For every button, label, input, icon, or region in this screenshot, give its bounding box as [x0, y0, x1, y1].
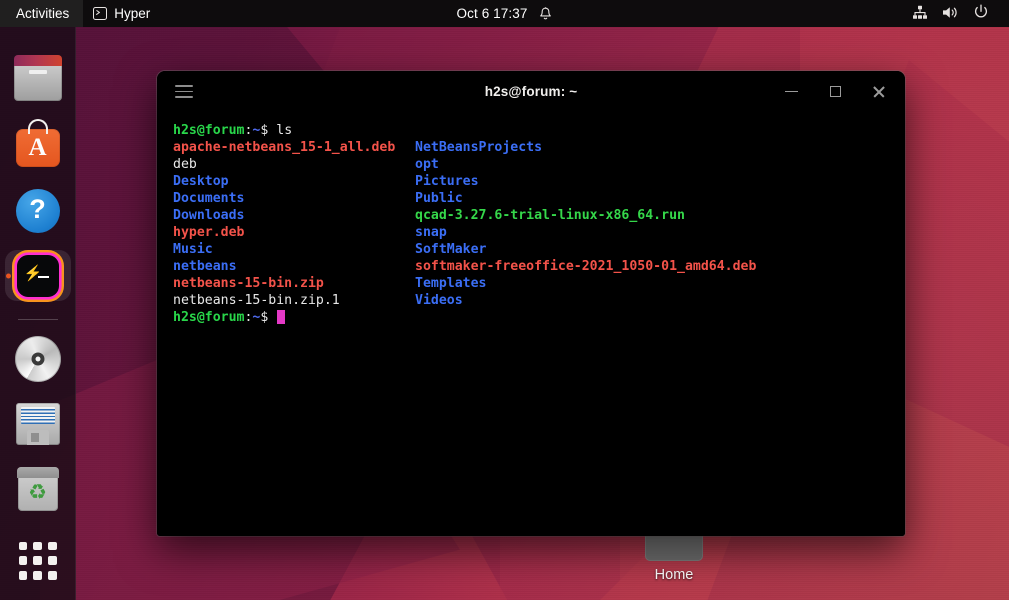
gnome-top-bar: Activities Hyper Oct 6 17:37 [0, 0, 1009, 27]
terminal-listing-row: netbeans-15-bin.zip Templates [173, 275, 905, 292]
terminal-listing-entry: deb [173, 156, 197, 173]
dock-item-trash[interactable]: ♻ [5, 464, 71, 515]
terminal-body[interactable]: h2s@forum:~$ lsapache-netbeans_15-1_all.… [157, 112, 905, 536]
terminal-listing-entry: netbeans-15-bin.zip [173, 275, 324, 292]
terminal-prompt-user-host: h2s@forum [173, 310, 244, 325]
terminal-listing-entry: SoftMaker [415, 241, 486, 258]
terminal-listing-entry: opt [415, 156, 439, 173]
terminal-listing-entry: Public [415, 190, 463, 207]
system-status-menu[interactable] [900, 0, 1001, 27]
floppy-disk-icon [14, 400, 62, 448]
terminal-listing-entry: softmaker-freeoffice-2021_1050-01_amd64.… [415, 258, 756, 275]
app-menu-hyper[interactable]: Hyper [83, 0, 160, 27]
terminal-cursor [277, 310, 285, 324]
terminal-listing-entry: netbeans-15-bin.zip.1 [173, 292, 340, 309]
terminal-listing-entry: apache-netbeans_15-1_all.deb [173, 139, 395, 156]
volume-speaker-icon [942, 5, 959, 23]
optical-disc-icon [14, 335, 62, 383]
apps-grid-icon [14, 537, 62, 585]
question-mark-icon: ? [14, 187, 62, 235]
bell-icon [539, 7, 552, 21]
terminal-active-prompt-line[interactable]: h2s@forum:~$ [173, 309, 905, 326]
show-applications-button[interactable] [5, 535, 71, 586]
dock-item-disc[interactable] [5, 334, 71, 385]
terminal-output: h2s@forum:~$ lsapache-netbeans_15-1_all.… [173, 122, 905, 326]
terminal-listing-entry: NetBeansProjects [415, 139, 542, 156]
top-bar-left-section: Activities Hyper [0, 0, 160, 27]
dock-item-floppy[interactable] [5, 399, 71, 450]
terminal-listing-row: netbeans-15-bin.zip.1 Videos [173, 292, 905, 309]
ubuntu-dock: A ? ⚡ [0, 27, 76, 600]
terminal-listing-entry: Music [173, 241, 213, 258]
terminal-listing-entry: Documents [173, 190, 244, 207]
wired-network-icon [912, 5, 928, 23]
dock-item-help[interactable]: ? [5, 185, 71, 236]
terminal-listing-row: Music SoftMaker [173, 241, 905, 258]
activities-label: Activities [16, 6, 69, 21]
terminal-prompt-user-host: h2s@forum [173, 123, 244, 138]
terminal-listing-entry: Templates [415, 275, 486, 292]
terminal-listing-row: apache-netbeans_15-1_all.deb NetBeansProj… [173, 139, 905, 156]
clock-label: Oct 6 17:37 [457, 6, 528, 21]
terminal-listing-entry: Desktop [173, 173, 229, 190]
dock-item-files[interactable] [5, 55, 71, 106]
desktop-icon-home-label: Home [630, 567, 718, 583]
dock-item-ubuntu-software[interactable]: A [5, 120, 71, 171]
window-controls [779, 71, 891, 112]
terminal-listing-row: Documents Public [173, 190, 905, 207]
terminal-listing-row: Desktop Pictures [173, 173, 905, 190]
terminal-listing-row: Downloads qcad-3.27.6-trial-linux-x86_64.… [173, 207, 905, 224]
power-icon [973, 4, 989, 23]
folder-icon [14, 57, 62, 105]
terminal-titlebar[interactable]: h2s@forum: ~ [157, 71, 905, 112]
activities-button[interactable]: Activities [0, 0, 83, 27]
dock-separator [18, 319, 58, 320]
terminal-listing-row: hyper.deb snap [173, 224, 905, 241]
clock-button[interactable]: Oct 6 17:37 [448, 4, 562, 23]
terminal-listing-row: deb opt [173, 156, 905, 173]
terminal-listing-entry: Pictures [415, 173, 479, 190]
terminal-listing-entry: qcad-3.27.6-trial-linux-x86_64.run [415, 207, 685, 224]
terminal-listing-entry: Downloads [173, 207, 244, 224]
maximize-icon[interactable] [823, 80, 847, 104]
recycle-bin-icon: ♻ [14, 465, 62, 513]
app-menu-label: Hyper [114, 6, 150, 21]
terminal-listing-entry: snap [415, 224, 447, 241]
terminal-window-icon [93, 7, 107, 20]
close-icon[interactable] [867, 80, 891, 104]
terminal-listing-entry: Videos [415, 292, 463, 309]
terminal-window[interactable]: h2s@forum: ~ h2s@forum:~$ lsapache-netbe… [157, 71, 905, 536]
terminal-command-line: h2s@forum:~$ ls [173, 122, 905, 139]
running-indicator-dot [6, 273, 11, 278]
terminal-listing-row: netbeans softmaker-freeoffice-2021_1050-0… [173, 258, 905, 275]
dock-item-hyper[interactable]: ⚡ [5, 250, 71, 301]
terminal-command: ls [268, 123, 292, 138]
hamburger-menu-icon[interactable] [172, 82, 196, 102]
terminal-listing-entry: netbeans [173, 258, 237, 275]
terminal-listing-entry: hyper.deb [173, 224, 244, 241]
terminal-prompt-space [268, 310, 276, 325]
software-bag-icon: A [14, 122, 62, 170]
hyper-terminal-icon: ⚡ [14, 252, 62, 300]
minimize-icon[interactable] [779, 80, 803, 104]
top-bar-right-section [900, 0, 1009, 27]
desktop-screen: Home Activities Hyper Oct 6 17:37 [0, 0, 1009, 600]
